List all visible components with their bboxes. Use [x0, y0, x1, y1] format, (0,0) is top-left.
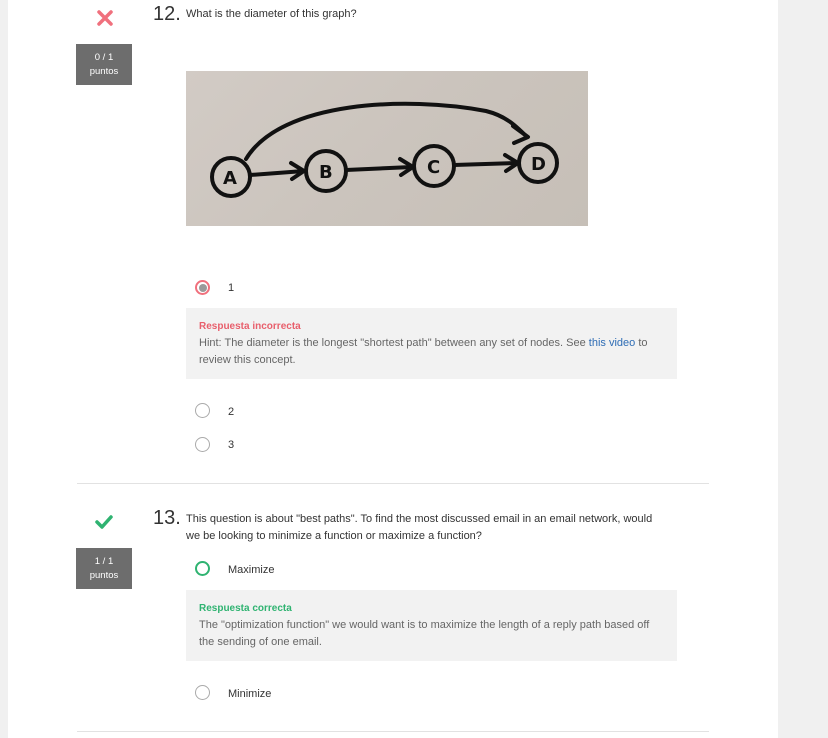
- feedback-text: The "optimization function" we would wan…: [199, 619, 650, 648]
- option-label[interactable]: 1: [228, 282, 234, 294]
- graph-node-label: C: [427, 157, 440, 178]
- score-value: 1 / 1: [94, 555, 114, 567]
- feedback-text: Hint: The diameter is the longest "short…: [199, 335, 664, 369]
- question-text: This question is about "best paths". To …: [186, 513, 653, 542]
- option-radio-3[interactable]: [195, 437, 210, 452]
- option-label[interactable]: 3: [228, 439, 234, 451]
- question-number: 12.: [153, 3, 181, 25]
- feedback-box: Respuesta incorrecta Hint: The diameter …: [186, 308, 677, 379]
- graph-node-label: B: [319, 162, 333, 183]
- option-radio-2[interactable]: [195, 403, 210, 418]
- question-text: What is the diameter of this graph?: [186, 8, 357, 20]
- graph-drawing: A B C D: [210, 101, 559, 198]
- option-label[interactable]: Maximize: [228, 564, 274, 576]
- score-badge: 1 / 1 puntos: [76, 548, 132, 589]
- option-label[interactable]: Minimize: [228, 688, 271, 700]
- option-radio-maximize[interactable]: [195, 561, 210, 576]
- score-badge: 0 / 1 puntos: [76, 44, 132, 85]
- cross-icon: [97, 10, 113, 26]
- graph-node-label: A: [223, 168, 237, 189]
- feedback-text-start: Hint: The diameter is the longest "short…: [199, 337, 589, 349]
- option-radio-minimize[interactable]: [195, 685, 210, 700]
- graph-image: A B C D: [186, 71, 588, 226]
- score-unit: puntos: [89, 569, 119, 581]
- question-divider: [77, 483, 709, 484]
- question-number: 13.: [153, 507, 181, 529]
- question-divider: [77, 731, 709, 732]
- score-unit: puntos: [89, 65, 119, 77]
- video-link[interactable]: this video: [589, 337, 635, 349]
- option-radio-1[interactable]: [195, 280, 210, 295]
- graph-node-label: D: [531, 154, 546, 175]
- feedback-title: Respuesta correcta: [199, 603, 292, 614]
- option-label[interactable]: 2: [228, 406, 234, 418]
- check-icon: [95, 515, 113, 529]
- feedback-title: Respuesta incorrecta: [199, 321, 301, 332]
- score-value: 0 / 1: [94, 51, 114, 63]
- feedback-box: Respuesta correcta The "optimization fun…: [186, 590, 677, 661]
